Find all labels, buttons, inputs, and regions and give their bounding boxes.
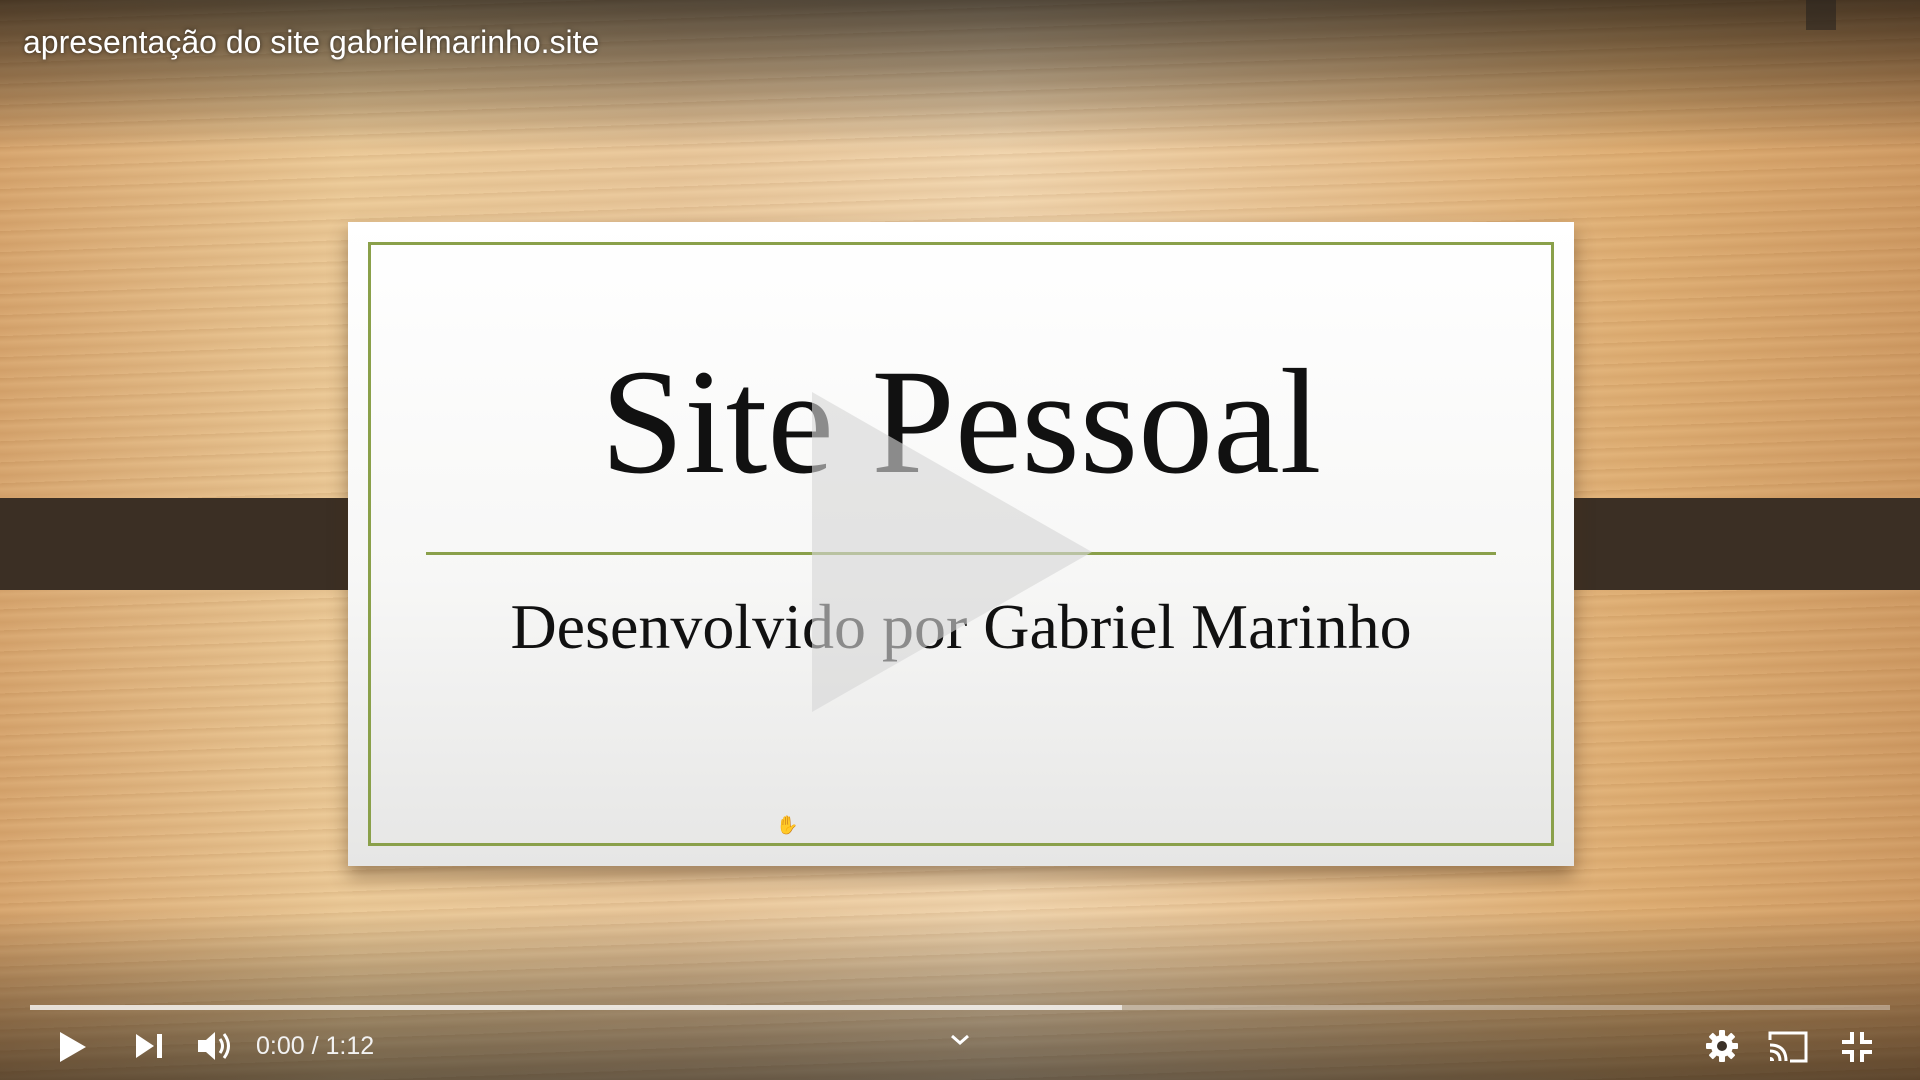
time-display: 0:00 / 1:12 xyxy=(256,1030,374,1062)
hand-cursor-icon: ✋ xyxy=(776,815,799,835)
time-separator: / xyxy=(311,1032,319,1060)
current-time: 0:00 xyxy=(256,1032,305,1060)
video-player[interactable]: apresentação do site gabrielmarinho.site… xyxy=(0,0,1920,1080)
slide-band-left xyxy=(0,498,392,590)
next-icon[interactable] xyxy=(134,1031,166,1061)
chevron-down-icon[interactable] xyxy=(948,1032,972,1048)
large-play-button[interactable] xyxy=(812,392,1092,712)
play-icon[interactable] xyxy=(58,1030,88,1064)
slide-band-right xyxy=(1530,498,1920,590)
annotation-toggle[interactable] xyxy=(1806,0,1836,30)
volume-icon[interactable] xyxy=(196,1028,236,1064)
exit-fullscreen-icon[interactable] xyxy=(1840,1030,1874,1064)
video-title[interactable]: apresentação do site gabrielmarinho.site xyxy=(23,22,599,62)
settings-gear-icon[interactable] xyxy=(1704,1028,1740,1064)
cast-icon[interactable] xyxy=(1766,1030,1810,1064)
duration: 1:12 xyxy=(325,1032,375,1060)
control-bar: 0:00 / 1:12 xyxy=(0,1010,1920,1080)
